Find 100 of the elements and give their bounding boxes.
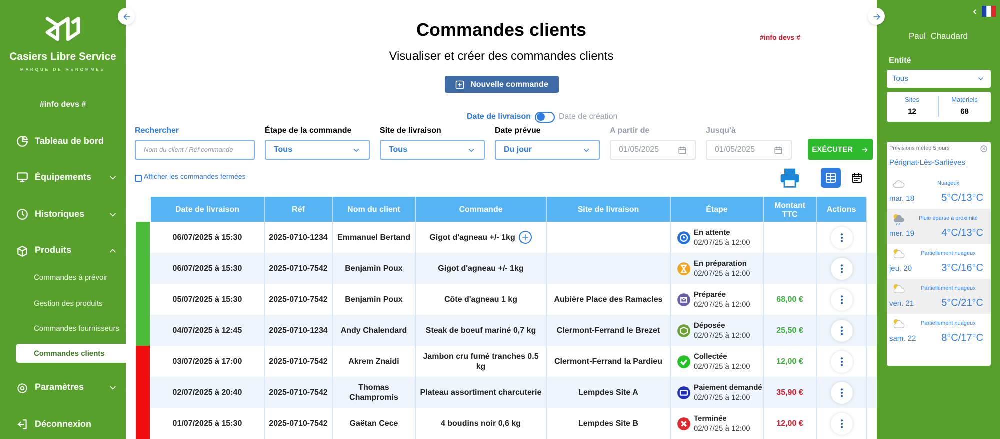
more-button[interactable] — [830, 382, 852, 404]
more-button[interactable] — [830, 412, 852, 434]
dropdown[interactable]: Tous — [380, 140, 485, 160]
weather-temperature: 8°C/17°C — [942, 332, 984, 346]
nav-item[interactable]: Tableau de bord — [0, 127, 126, 156]
weather-temperature: 5°C/13°C — [942, 192, 984, 206]
column-header: Nom du client — [333, 197, 416, 222]
more-button[interactable] — [830, 288, 852, 310]
amount: 25,50 € — [776, 326, 804, 336]
table-cell: Gaëtan Cece — [350, 418, 398, 428]
date-toggle[interactable] — [535, 112, 556, 122]
column-header: Montant TTC — [764, 197, 817, 222]
toggle-label: Date de livraison — [467, 111, 532, 123]
table-cell: Steak de boeuf mariné 0,7 kg — [426, 326, 536, 336]
expand-button[interactable] — [868, 8, 885, 25]
calendar-icon — [774, 146, 783, 154]
field-label: Jusqu'à — [706, 125, 737, 137]
clock-icon — [677, 230, 691, 244]
more-button[interactable] — [830, 350, 852, 372]
column-header: Étape — [671, 197, 764, 222]
table-cell: Lempdes Site A — [578, 388, 638, 398]
table-cell: 04/07/2025 à 12:45 — [172, 326, 242, 336]
weather-temperature: 4°C/13°C — [942, 227, 984, 242]
table-cell: Andy Chalendard — [340, 326, 408, 336]
table-cell: Clermont-Ferrand la Pardieu — [554, 356, 663, 366]
table-cell: 2025-0710-7542 — [269, 294, 328, 304]
table-cell: Lempdes Site B — [578, 418, 638, 428]
payment-icon — [677, 386, 691, 400]
page-title: Commandes clients — [416, 19, 587, 42]
amount: 12,00 € — [776, 418, 804, 428]
calendar-icon — [851, 172, 863, 184]
table-cell: 01/07/2025 à 15:30 — [172, 418, 242, 428]
nav-item[interactable]: Équipements — [0, 164, 126, 192]
page-subtitle: Visualiser et créer des commandes clients — [388, 48, 615, 65]
logout-icon — [16, 418, 29, 432]
more-button[interactable] — [830, 320, 852, 342]
table-view-button[interactable] — [821, 168, 841, 188]
table-cell: 02/07/2025 à 20:40 — [172, 388, 242, 398]
table-cell: 2025-0710-1234 — [269, 232, 328, 242]
field-label: Site de livraison — [380, 125, 442, 137]
table-cell: 2025-0710-7542 — [269, 388, 328, 398]
dropdown[interactable]: Du jour — [495, 140, 600, 160]
table-cell: Emmanuel Bertand — [338, 232, 410, 242]
weather-temperature: 5°C/21°C — [942, 297, 984, 312]
table-cell: 4 boudins noir 0,6 kg — [440, 418, 521, 428]
user-name: Paul Chaudard — [908, 30, 968, 43]
table-cell: Gigot d'agneau +/- 1kg — [438, 264, 524, 274]
pie-chart-icon — [16, 134, 29, 148]
add-button[interactable] — [519, 231, 532, 244]
check-icon — [677, 354, 691, 368]
table-cell-text: Thomas Champromis — [348, 382, 400, 402]
new-order-button[interactable]: Nouvelle commande — [444, 76, 558, 93]
table-cell: Côte d'agneau 1 kg — [444, 294, 518, 304]
table-cell: Benjamin Poux — [345, 264, 403, 274]
column-header: Date de livraison — [151, 197, 265, 222]
amount: 12,00 € — [776, 356, 804, 366]
package-icon — [677, 292, 691, 306]
column-header: Site de livraison — [547, 197, 671, 222]
table-cell: 2025-0710-7542 — [269, 264, 328, 274]
dropdown[interactable]: Tous — [265, 140, 370, 160]
more-button[interactable] — [830, 258, 852, 280]
hourglass-icon — [677, 262, 691, 276]
settings-icon — [16, 382, 29, 395]
field-label: Date prévue — [495, 125, 542, 137]
column-header: Commande — [416, 197, 547, 222]
date-field[interactable]: 01/05/2025 — [610, 140, 696, 160]
field-label: Étape de la commande — [265, 125, 353, 137]
table-cell: Aubière Place des Ramacles — [554, 294, 663, 304]
arrow-right-icon — [872, 12, 882, 22]
chevron-left-icon — [971, 8, 979, 16]
nav-item[interactable]: Déconnexion — [0, 410, 126, 439]
back-button[interactable] — [971, 8, 979, 16]
weather-temperature: 3°C/16°C — [942, 262, 984, 276]
table-cell: 03/07/2025 à 17:00 — [172, 356, 242, 366]
nav-item[interactable]: Produits — [0, 236, 126, 266]
calendar-icon — [678, 146, 687, 154]
table-cell: Akrem Znaidi — [348, 356, 400, 366]
nav-item[interactable]: Paramètres — [0, 374, 126, 402]
field-label: A partir de — [610, 125, 651, 137]
table-cell: 06/07/2025 à 15:30 — [172, 264, 242, 274]
flag-icon — [982, 6, 996, 17]
clock-icon — [16, 208, 29, 222]
more-button[interactable] — [830, 226, 852, 248]
collapse-button[interactable] — [118, 8, 135, 25]
table-cell: Clermont-Ferrand le Brezet — [556, 326, 660, 336]
monitor-icon — [16, 171, 29, 184]
table-cell: 2025-0710-7542 — [269, 418, 328, 428]
brand-name: Casiers Libre Service — [8, 50, 118, 66]
table-cell-text: Jambon cru fumé tranches 0.5 kg — [422, 352, 540, 372]
date-field[interactable]: 01/05/2025 — [706, 140, 792, 160]
arrow-right-icon — [860, 146, 869, 154]
table-cell: Benjamin Poux — [345, 294, 403, 304]
nav-item[interactable]: Historiques — [0, 200, 126, 229]
table-cell: Plateau assortiment charcuterie — [420, 388, 542, 398]
table-cell: 05/07/2025 à 15:30 — [172, 294, 242, 304]
close-icon — [980, 144, 988, 153]
field-label: Rechercher — [135, 125, 180, 137]
box-icon — [677, 324, 691, 338]
box-icon — [16, 244, 29, 258]
column-header: Actions — [817, 197, 867, 222]
